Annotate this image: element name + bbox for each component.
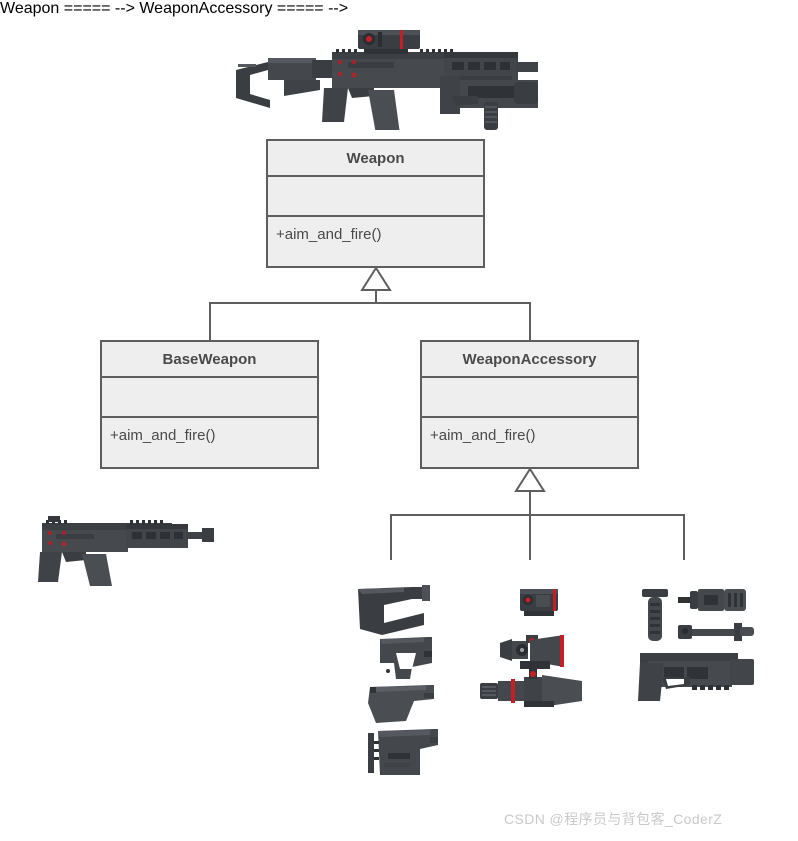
connector-to-weaponaccessory [529,302,531,340]
uml-class-weapon-title: Weapon [346,150,405,167]
uml-class-weaponaccessory[interactable]: WeaponAccessory +aim_and_fire() [420,340,639,469]
connector-to-baseweapon [209,302,211,340]
uml-class-baseweapon-title: BaseWeapon [162,351,257,368]
generalization-arrow-to-weapon [360,267,392,291]
uml-class-weaponaccessory-attributes [422,376,637,416]
connector-accessory-branch-bar [390,514,684,516]
base-rifle-image [38,516,214,586]
weapon-optic-sights-image [480,589,582,707]
connector-to-stock-group [390,514,392,560]
uml-class-weaponaccessory-operation: +aim_and_fire() [422,416,637,453]
weapon-grip-and-barrel-attachments-image [638,589,754,701]
uml-class-weapon[interactable]: Weapon +aim_and_fire() [266,139,485,268]
generalization-arrow-to-weaponaccessory [514,468,546,492]
connector-to-grip-group [683,514,685,560]
uml-class-weapon-attributes [268,175,483,215]
connector-weapon-branch-bar [209,302,531,304]
weapon-stock-variants-image [358,585,438,775]
connector-weaponaccessory-stem [529,490,531,515]
uml-class-baseweapon-attributes [102,376,317,416]
csdn-watermark: CSDN @程序员与背包客_CoderZ [504,811,723,827]
uml-class-baseweapon-operation: +aim_and_fire() [102,416,317,453]
uml-class-baseweapon[interactable]: BaseWeapon +aim_and_fire() [100,340,319,469]
uml-class-weapon-operation: +aim_and_fire() [268,215,483,252]
connector-weapon-stem [375,289,377,303]
uml-class-weaponaccessory-title: WeaponAccessory [462,351,597,368]
connector-to-optic-group [529,514,531,560]
uml-class-diagram: Weapon +aim_and_fire() BaseWeapon +aim_a… [0,0,798,841]
assembled-rifle-image [236,30,538,130]
